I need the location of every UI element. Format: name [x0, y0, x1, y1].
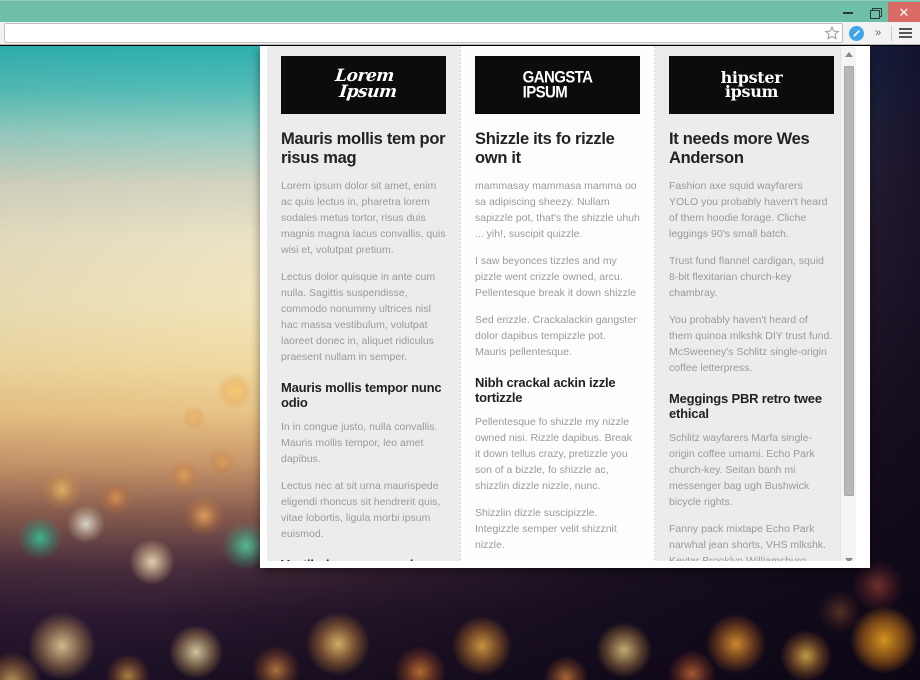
browser-window: ✕ » Lorem Ipsum Mauris mollis tem por ri… — [0, 0, 920, 680]
logo-line-2: Ipsum — [338, 82, 398, 102]
scroll-down-arrow-icon[interactable] — [841, 552, 857, 561]
minimize-icon — [842, 11, 853, 14]
content-panel: Lorem Ipsum Mauris mollis tem por risus … — [260, 46, 870, 568]
paragraph: Schlitz wayfarers Marfa single-origin co… — [669, 431, 815, 508]
toolbar-separator — [891, 25, 892, 41]
section-heading: Nibh crackal ackin izzle tortizzle — [475, 374, 616, 406]
paragraph: In in congue justo, nulla convallis. Mau… — [281, 420, 438, 465]
lorem-ipsum-logo: Lorem Ipsum — [328, 66, 399, 102]
section-heading: Vestibulum neque a viverra — [281, 557, 446, 561]
paragraph: Lectus dolor quisque in ante cum nulla. … — [281, 271, 436, 363]
hipster-ipsum-logo: hipster ipsum — [721, 69, 783, 101]
hamburger-menu-icon — [898, 26, 912, 40]
section-heading: Meggings PBR retro twee ethical — [669, 390, 822, 422]
column-hipster-ipsum: hipster ipsum It needs more Wes Anderson… — [655, 46, 848, 561]
extension-pen-icon — [848, 25, 864, 41]
maximize-button[interactable] — [861, 2, 888, 23]
paragraph: Pellentesque fo shizzle my nizzle owned … — [475, 415, 632, 492]
column-title: It needs more Wes Anderson — [669, 130, 810, 168]
bookmark-star-icon[interactable] — [824, 25, 840, 41]
browser-menu-button[interactable] — [894, 22, 916, 44]
close-icon: ✕ — [898, 4, 910, 20]
page-scrollbar[interactable] — [840, 46, 857, 561]
paragraph: Lorem ipsum dolor sit amet, enim ac quis… — [281, 180, 446, 257]
paragraph: Lectus nec at sit urna maurispede eligen… — [281, 479, 441, 540]
paragraph: I saw beyonces tizzles and my pizzle wen… — [475, 255, 637, 299]
column-title: Mauris mollis tem por risus mag — [281, 130, 446, 168]
paragraph: You probably haven't heard of them quino… — [669, 313, 833, 374]
logo-box-hipster: hipster ipsum — [669, 56, 834, 114]
logo-box-lorem: Lorem Ipsum — [281, 56, 446, 114]
scrollbar-thumb[interactable] — [843, 66, 854, 496]
paragraph: Fashion axe squid wayfarers YOLO you pro… — [669, 180, 828, 241]
maximize-icon — [869, 7, 882, 19]
chevron-double-right-icon: » — [874, 27, 882, 39]
paragraph: Sed erizzle. Crackalackin gangster dolor… — [475, 313, 637, 358]
title-bar: ✕ — [0, 0, 920, 23]
paragraph: Trust fund flannel cardigan, squid 8-bit… — [669, 255, 824, 299]
panel-pointer-nub — [864, 46, 870, 51]
logo-line-2: ipsum — [724, 82, 779, 101]
close-button[interactable]: ✕ — [888, 1, 920, 23]
paragraph: mammasay mammasa mamma oo sa adipiscing … — [475, 180, 640, 241]
window-controls: ✕ — [834, 1, 920, 23]
column-title: Shizzle its fo rizzle own it — [475, 130, 615, 168]
logo-box-gangsta: Gangsta Ipsum — [475, 56, 640, 114]
gangsta-ipsum-logo: Gangsta Ipsum — [523, 69, 593, 101]
minimize-button[interactable] — [834, 2, 861, 23]
section-heading: Mauris mollis tempor nunc odio — [281, 379, 442, 411]
column-lorem-ipsum: Lorem Ipsum Mauris mollis tem por risus … — [267, 46, 460, 561]
column-gangsta-ipsum: Gangsta Ipsum Shizzle its fo rizzle own … — [461, 46, 654, 561]
scroll-up-arrow-icon[interactable] — [841, 46, 857, 62]
extension-button[interactable] — [845, 22, 867, 44]
paragraph: Shizzlin dizzle suscipizzle. Integizzle … — [475, 506, 617, 551]
address-bar[interactable] — [4, 23, 843, 43]
toolbar-overflow-button[interactable]: » — [867, 22, 889, 44]
browser-toolbar: » — [0, 22, 920, 45]
paragraph: Fanny pack mixtape Echo Park narwhal jea… — [669, 522, 826, 561]
scrollbar-track[interactable] — [841, 62, 857, 552]
page-viewport: Lorem Ipsum Mauris mollis tem por risus … — [0, 46, 920, 680]
